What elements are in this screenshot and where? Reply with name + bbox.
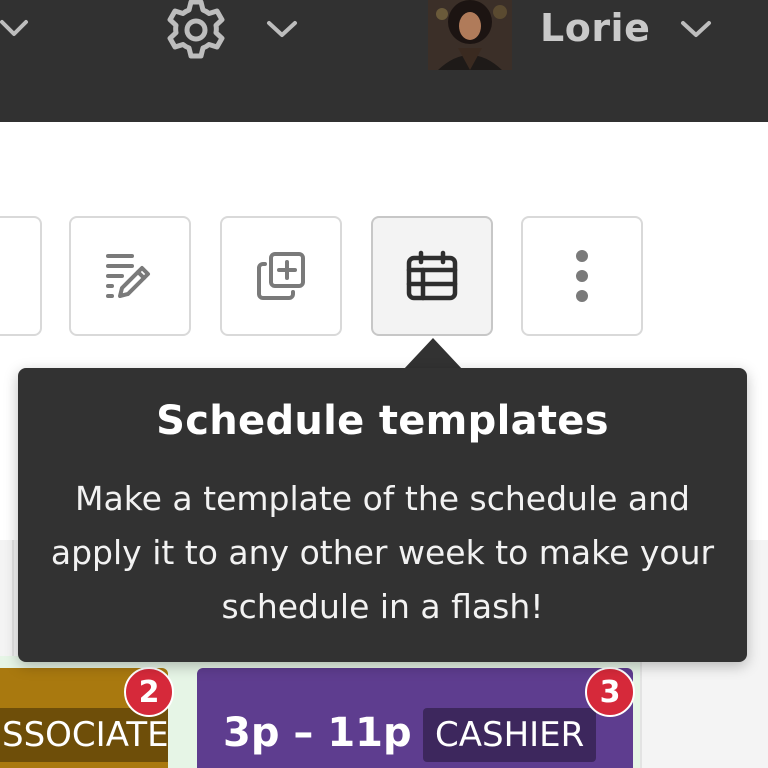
tooltip-title: Schedule templates	[156, 398, 609, 444]
duplicate-button[interactable]	[220, 216, 342, 336]
page: Lorie SSOCIATE 2 3p – 11p CASHIER 3 Sche…	[0, 0, 768, 768]
avatar[interactable]	[428, 0, 512, 70]
role-tag: CASHIER	[423, 708, 597, 762]
tooltip-body: Make a template of the schedule and appl…	[50, 479, 715, 626]
more-vertical-icon	[576, 250, 588, 302]
shift-card[interactable]: 3p – 11p CASHIER	[197, 668, 633, 768]
tooltip-arrow	[403, 338, 463, 370]
chevron-down-icon[interactable]	[266, 18, 298, 42]
toolbar-button-partial[interactable]	[0, 216, 42, 336]
more-options-button[interactable]	[521, 216, 643, 336]
chevron-down-icon[interactable]	[0, 18, 30, 42]
copy-add-icon	[257, 252, 305, 300]
schedule-templates-button[interactable]	[371, 216, 493, 336]
gear-icon[interactable]	[160, 0, 232, 66]
schedule-templates-tooltip: Schedule templates Make a template of th…	[18, 368, 747, 662]
calendar-template-icon	[406, 250, 458, 301]
edit-list-button[interactable]	[69, 216, 191, 336]
shift-count-badge: 3	[585, 667, 635, 717]
shift-time: 3p – 11p	[223, 710, 412, 756]
edit-list-icon	[106, 254, 150, 298]
top-navigation-bar: Lorie	[0, 0, 768, 122]
chevron-down-icon[interactable]	[680, 18, 712, 42]
shift-count-badge: 2	[124, 667, 174, 717]
user-name[interactable]: Lorie	[540, 6, 650, 50]
